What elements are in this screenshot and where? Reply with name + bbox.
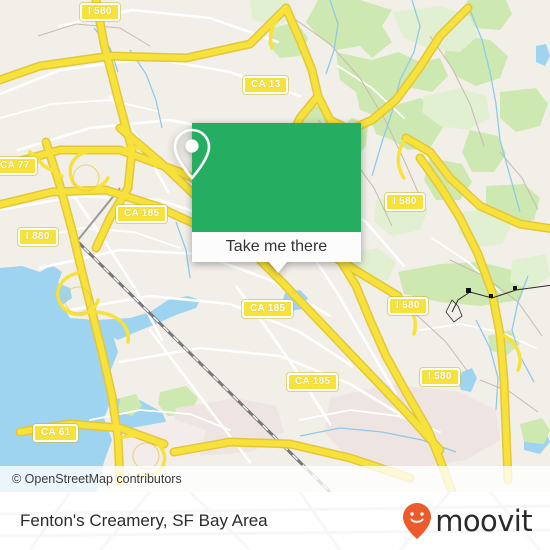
osm-attribution[interactable]: © OpenStreetMap contributors <box>0 466 550 492</box>
footer-bar: Fenton's Creamery, SF Bay Area moovit <box>0 492 550 550</box>
map-screenshot: I 580 CA 13 CA 77 CA 185 I 580 I 880 CA … <box>0 0 550 550</box>
highway-shield: CA 61 <box>33 424 79 442</box>
highway-shield: CA 185 <box>116 205 168 223</box>
location-pin-icon <box>173 128 211 180</box>
highway-shield: CA 13 <box>243 76 289 94</box>
moovit-smiley-pin-icon <box>403 503 432 539</box>
take-me-there-label[interactable]: Take me there <box>192 232 361 262</box>
moovit-brand[interactable]: moovit <box>402 492 533 550</box>
highway-shield: CA 185 <box>242 300 294 318</box>
moovit-wordmark: moovit <box>435 503 532 538</box>
highway-shield: I 580 <box>388 297 428 315</box>
highway-shield: I 880 <box>18 228 58 246</box>
map-canvas[interactable]: I 580 CA 13 CA 77 CA 185 I 580 I 880 CA … <box>0 0 550 492</box>
highway-shield: I 580 <box>420 368 460 386</box>
popup-pointer-tail <box>268 262 287 273</box>
destination-popup-card[interactable]: Take me there <box>173 123 361 273</box>
highway-shield: I 580 <box>385 193 425 211</box>
highway-shield: CA 77 <box>0 157 38 175</box>
highway-shield: CA 185 <box>287 373 339 391</box>
highway-shield: I 580 <box>80 3 120 21</box>
place-title: Fenton's Creamery, SF Bay Area <box>20 511 268 530</box>
